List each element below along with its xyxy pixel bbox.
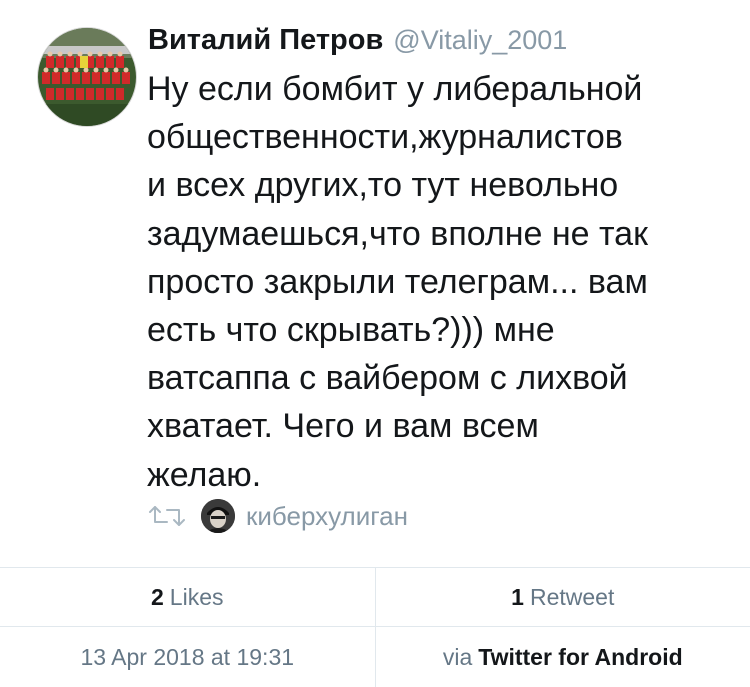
likes-label: Likes xyxy=(169,583,224,610)
tweet-text: Ну если бомбит у либеральной общественно… xyxy=(147,70,648,494)
retweets-label: Retweet xyxy=(529,583,615,610)
retweeter-avatar-image xyxy=(201,499,235,533)
likes-count: 2 xyxy=(151,583,164,610)
author-handle[interactable]: @Vitaliy_2001 xyxy=(393,25,567,56)
tweet-header: Виталий Петров @Vitaliy_2001 xyxy=(148,24,567,64)
tweet-stats: 2 Likes 1 Retweet xyxy=(0,567,750,627)
author-display-name[interactable]: Виталий Петров xyxy=(148,24,383,57)
via-label: via xyxy=(442,643,473,670)
retweeter-name[interactable]: киберхулиган xyxy=(246,501,408,532)
timestamp-cell: 13 Apr 2018 at 19:31 xyxy=(0,627,375,687)
likes-stat[interactable]: 2 Likes xyxy=(0,568,375,626)
author-avatar[interactable] xyxy=(37,27,137,127)
tweet-meta: 13 Apr 2018 at 19:31 via Twitter for And… xyxy=(0,627,750,687)
retweeted-by-row: киберхулиган xyxy=(147,496,408,536)
retweets-count: 1 xyxy=(511,583,524,610)
team-photo-image xyxy=(38,28,136,126)
source-app[interactable]: Twitter for Android xyxy=(478,644,682,671)
retweets-stat[interactable]: 1 Retweet xyxy=(374,568,750,626)
timestamp: 13 Apr 2018 at 19:31 xyxy=(80,643,295,670)
tweet: Виталий Петров @Vitaliy_2001 Ну если бом… xyxy=(0,0,750,567)
source-cell: via Twitter for Android xyxy=(374,627,750,687)
retweet-icon xyxy=(149,506,185,526)
retweeter-avatar[interactable] xyxy=(201,499,235,533)
